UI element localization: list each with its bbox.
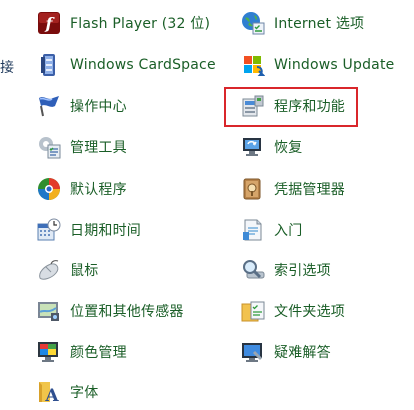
item-action-center[interactable]: 操作中心 — [36, 91, 127, 121]
color-management-icon — [36, 339, 62, 365]
item-troubleshooting[interactable]: 疑难解答 — [240, 337, 331, 367]
item-label: 管理工具 — [70, 140, 127, 156]
item-flash-player[interactable]: f Flash Player (32 位) — [36, 8, 210, 38]
troubleshooting-icon — [240, 339, 266, 365]
item-label: Flash Player (32 位) — [70, 16, 211, 32]
item-label: 字体 — [70, 385, 99, 401]
internet-options-icon — [240, 10, 266, 36]
recovery-icon — [240, 134, 266, 160]
item-label: Internet 选项 — [274, 16, 365, 32]
mouse-icon — [36, 257, 62, 283]
item-credential-manager[interactable]: 凭据管理器 — [240, 174, 345, 204]
item-label: 位置和其他传感器 — [70, 304, 184, 320]
credential-manager-icon — [240, 176, 266, 202]
item-label: 凭据管理器 — [274, 182, 345, 198]
item-label: 日期和时间 — [70, 223, 141, 239]
item-label: 入门 — [274, 223, 303, 239]
item-getting-started[interactable]: 入门 — [240, 215, 302, 245]
item-programs-features[interactable]: 程序和功能 — [240, 91, 345, 121]
truncated-left-label: 接 — [0, 60, 14, 76]
item-label: 操作中心 — [70, 99, 127, 115]
item-location-sensors[interactable]: 位置和其他传感器 — [36, 296, 184, 326]
item-label: 文件夹选项 — [274, 304, 345, 320]
item-label: Windows Update — [274, 57, 395, 73]
item-color-management[interactable]: 颜色管理 — [36, 337, 127, 367]
item-label: 恢复 — [274, 140, 303, 156]
location-sensors-icon — [36, 298, 62, 324]
item-default-programs[interactable]: 默认程序 — [36, 174, 127, 204]
windows-update-icon — [240, 52, 266, 78]
folder-options-icon — [240, 298, 266, 324]
admin-tools-icon — [36, 134, 62, 160]
default-programs-icon — [36, 176, 62, 202]
item-internet-options[interactable]: Internet 选项 — [240, 8, 364, 38]
getting-started-icon — [240, 217, 266, 243]
fonts-icon: A — [36, 379, 62, 405]
item-mouse[interactable]: 鼠标 — [36, 255, 98, 285]
item-folder-options[interactable]: 文件夹选项 — [240, 296, 345, 326]
indexing-options-icon — [240, 257, 266, 283]
item-label: 程序和功能 — [274, 99, 345, 115]
item-label: 索引选项 — [274, 263, 331, 279]
item-label: 颜色管理 — [70, 345, 127, 361]
programs-features-icon — [240, 93, 266, 119]
svg-text:A: A — [44, 386, 59, 404]
item-date-time[interactable]: 日期和时间 — [36, 215, 141, 245]
item-label: 鼠标 — [70, 263, 99, 279]
item-admin-tools[interactable]: 管理工具 — [36, 132, 127, 162]
item-indexing-options[interactable]: 索引选项 — [240, 255, 331, 285]
item-windows-cardspace[interactable]: Windows CardSpace — [36, 50, 216, 80]
item-windows-update[interactable]: Windows Update — [240, 50, 394, 80]
flash-player-icon: f — [36, 10, 62, 36]
cardspace-icon — [36, 52, 62, 78]
date-time-icon — [36, 217, 62, 243]
item-label: Windows CardSpace — [70, 57, 216, 73]
item-recovery[interactable]: 恢复 — [240, 132, 302, 162]
item-label: 默认程序 — [70, 182, 127, 198]
item-label: 疑难解答 — [274, 345, 331, 361]
action-center-flag-icon — [36, 93, 62, 119]
item-fonts[interactable]: A 字体 — [36, 377, 98, 407]
